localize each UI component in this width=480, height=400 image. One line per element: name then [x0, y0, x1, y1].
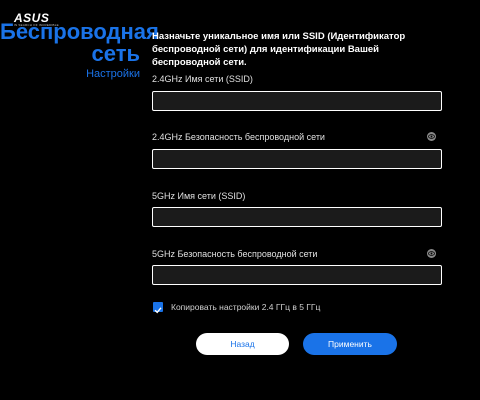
- copy-settings-checkbox[interactable]: [153, 302, 163, 314]
- checkmark-icon: [154, 307, 162, 314]
- security-5-label: 5GHz Безопасность беспроводной сети: [152, 249, 318, 259]
- copy-settings-label: Копировать настройки 2.4 ГГц в 5 ГГц: [171, 302, 321, 312]
- page-title: Беспроводная сеть: [0, 19, 159, 66]
- eye-icon[interactable]: [427, 132, 436, 141]
- ssid-5-input[interactable]: [152, 207, 442, 227]
- back-button[interactable]: Назад: [196, 333, 289, 355]
- security-24-input[interactable]: [152, 149, 442, 169]
- security-24-label: 2.4GHz Безопасность беспроводной сети: [152, 132, 325, 142]
- ssid-24-input[interactable]: [152, 91, 442, 111]
- intro-text: Назначьте уникальное имя или SSID (Идент…: [152, 31, 406, 68]
- apply-button[interactable]: Применить: [303, 333, 397, 355]
- wireless-setup-page: ASUS IN SEARCH OF INCREDIBLE Беспроводна…: [0, 0, 480, 400]
- page-subtitle: Настройки: [86, 68, 140, 80]
- security-5-input[interactable]: [152, 265, 442, 285]
- ssid-24-label: 2.4GHz Имя сети (SSID): [152, 74, 253, 84]
- eye-icon[interactable]: [427, 249, 436, 258]
- ssid-5-label: 5GHz Имя сети (SSID): [152, 191, 246, 201]
